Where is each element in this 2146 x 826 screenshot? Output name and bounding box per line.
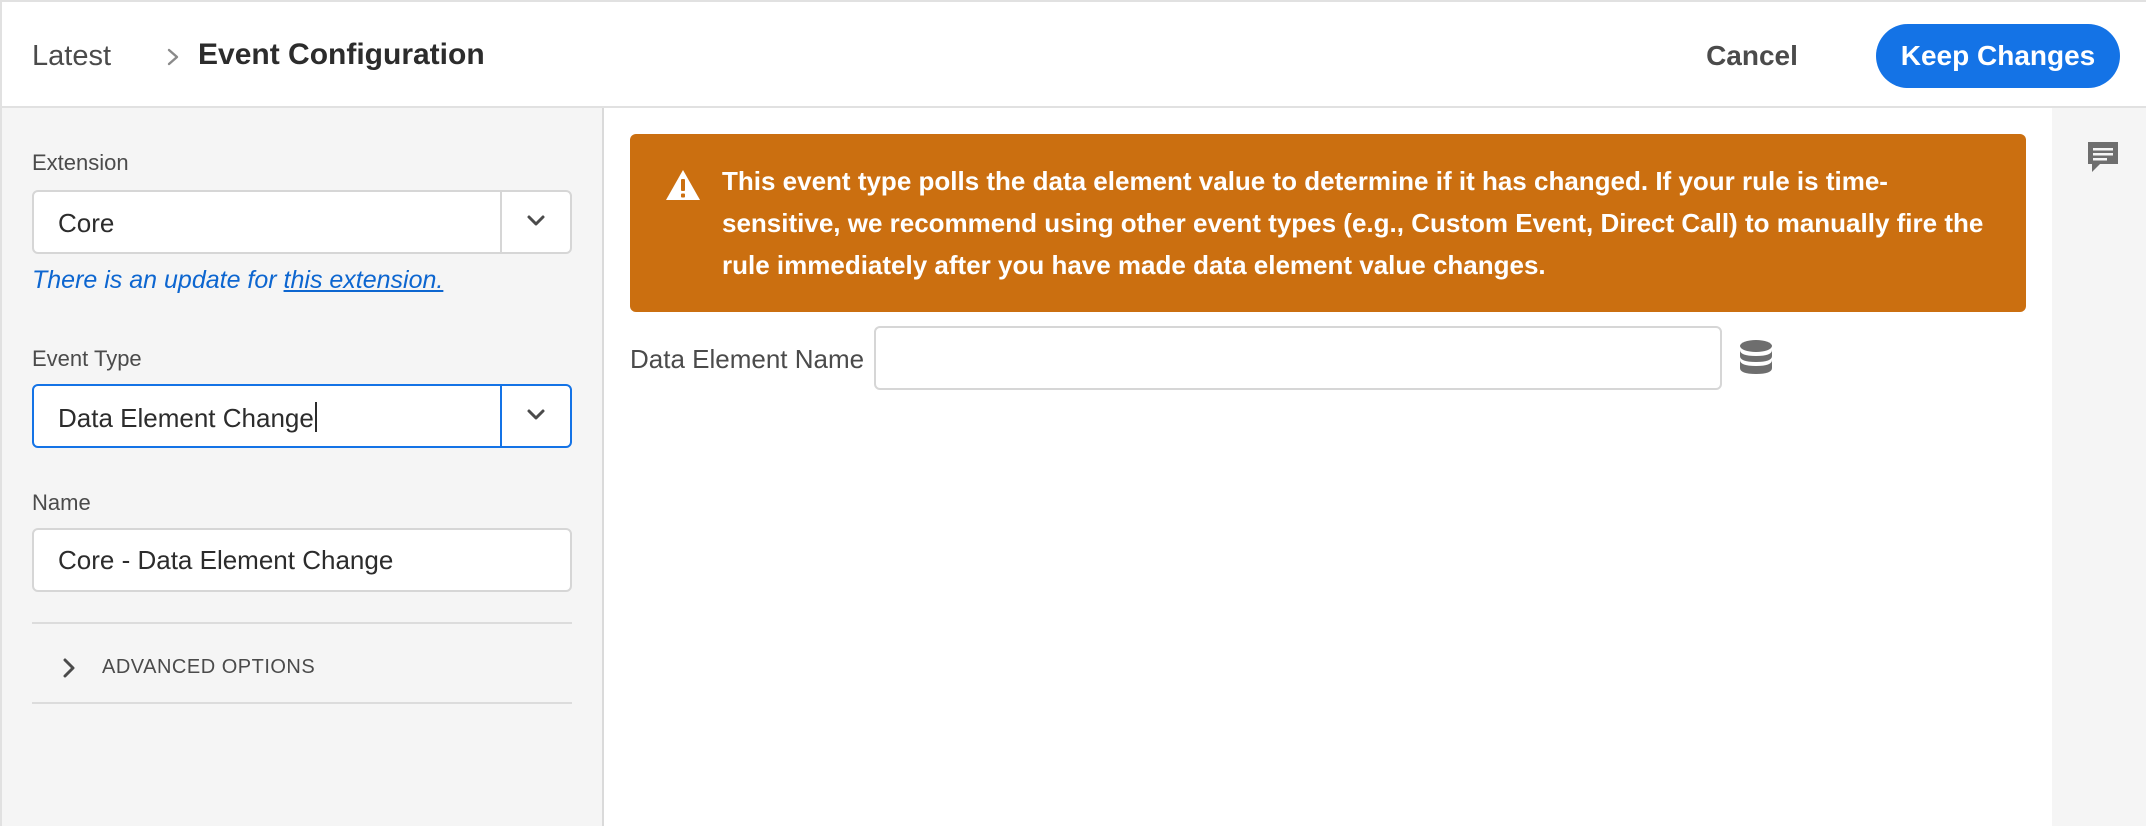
warning-message: This event type polls the data element v… [722,166,1984,280]
event-type-picker[interactable]: Data Element Change [32,384,572,448]
extension-value: Core [58,208,115,238]
breadcrumb-latest[interactable]: Latest [32,40,111,73]
chevron-right-icon [167,48,179,66]
header-bar: Latest Event Configuration Cancel Keep C… [2,2,2146,108]
name-field[interactable] [32,528,572,592]
keep-changes-button[interactable]: Keep Changes [1876,24,2120,88]
extension-picker[interactable]: Core [32,190,572,254]
extension-dropdown-toggle[interactable] [500,192,570,252]
chevron-down-icon [527,409,545,420]
advanced-options-toggle[interactable]: ADVANCED OPTIONS [62,648,462,688]
data-element-name-field[interactable] [874,326,1722,390]
extension-label: Extension [32,150,129,175]
alert-triangle-icon [666,170,700,200]
chevron-down-icon [527,215,545,226]
page-title: Event Configuration [198,38,485,71]
configuration-sidebar: Extension Core There is an update for th… [2,108,604,826]
advanced-options-label: ADVANCED OPTIONS [102,656,316,678]
database-icon[interactable] [1736,338,1776,378]
name-label: Name [32,490,91,515]
chevron-right-icon [63,658,75,678]
event-type-value: Data Element Change [58,402,317,434]
extension-update-note: There is an update for this extension. [32,266,444,294]
right-rail [2052,108,2146,826]
divider [32,702,572,704]
comment-icon[interactable] [2086,140,2120,176]
data-element-name-label: Data Element Name [630,344,865,374]
cancel-button[interactable]: Cancel [1692,24,1812,88]
event-type-dropdown-toggle[interactable] [500,386,570,446]
update-extension-link[interactable]: this extension. [284,266,444,294]
event-settings-panel: This event type polls the data element v… [604,108,2052,826]
warning-alert: This event type polls the data element v… [630,134,2026,312]
event-configuration-page: Latest Event Configuration Cancel Keep C… [0,0,2146,826]
text-cursor [314,402,317,432]
divider [32,622,572,624]
event-type-label: Event Type [32,346,142,371]
